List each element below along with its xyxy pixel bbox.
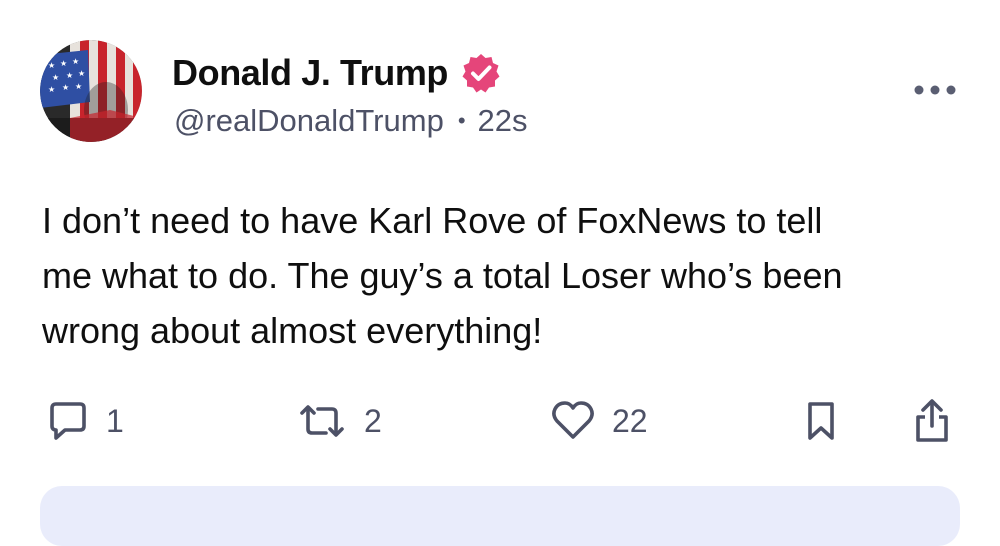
repost-button[interactable]: 2 [296, 393, 382, 449]
verified-badge-icon [460, 52, 502, 94]
bookmark-icon [808, 402, 834, 440]
svg-text:★: ★ [52, 73, 59, 82]
svg-text:★: ★ [48, 85, 55, 94]
svg-text:★: ★ [78, 69, 85, 78]
share-button[interactable] [912, 393, 952, 449]
svg-text:★: ★ [60, 59, 67, 68]
author-row: Donald J. Trump [172, 52, 502, 94]
post-body: I don’t need to have Karl Rove of FoxNew… [42, 193, 972, 358]
avatar[interactable]: ★ ★ ★ ★ ★ ★ ★ ★ ★ [40, 40, 142, 142]
author-handle[interactable]: @realDonaldTrump [174, 103, 444, 139]
repost-icon [300, 405, 344, 437]
reply-count: 1 [106, 402, 124, 439]
like-count: 22 [612, 402, 648, 439]
post-timestamp[interactable]: 22s [478, 103, 528, 139]
author-meta: @realDonaldTrump • 22s [174, 103, 528, 139]
reply-button[interactable]: 1 [46, 393, 124, 449]
repost-count: 2 [364, 402, 382, 439]
reply-icon [50, 402, 86, 440]
svg-text:★: ★ [66, 71, 73, 80]
post-body-line: I don’t need to have Karl Rove of FoxNew… [42, 200, 823, 241]
svg-text:★: ★ [62, 83, 69, 92]
post-body-line: wrong about almost everything! [42, 310, 543, 351]
more-options-icon[interactable] [913, 80, 957, 100]
post-actions: 1 2 22 [0, 393, 1000, 453]
svg-text:★: ★ [72, 57, 79, 66]
avatar-image: ★ ★ ★ ★ ★ ★ ★ ★ ★ [40, 40, 142, 142]
share-icon [916, 399, 948, 442]
svg-text:★: ★ [48, 61, 55, 70]
like-button[interactable]: 22 [550, 393, 648, 449]
like-icon [552, 401, 594, 439]
meta-separator: • [457, 108, 466, 133]
post-body-line: me what to do. The guy’s a total Loser w… [42, 255, 843, 296]
reply-composer-bar[interactable] [40, 486, 960, 546]
bookmark-button[interactable] [804, 393, 838, 449]
author-display-name[interactable]: Donald J. Trump [172, 52, 448, 94]
svg-text:★: ★ [75, 82, 82, 91]
truth-social-post: ★ ★ ★ ★ ★ ★ ★ ★ ★ Donald J. Trump @realDonaldT… [0, 0, 1000, 546]
